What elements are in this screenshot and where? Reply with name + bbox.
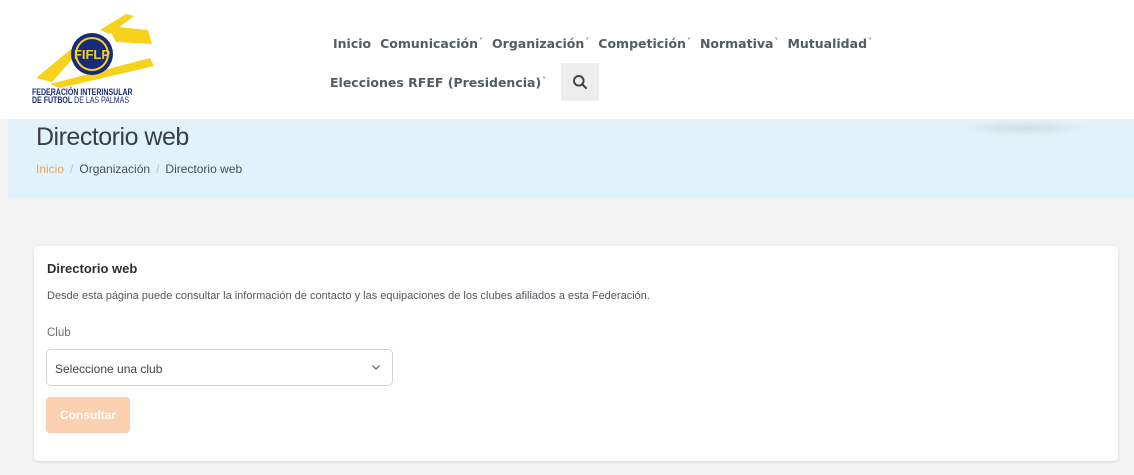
nav-item-comunicacion[interactable]: Comunicación˅ [380,36,483,51]
nav-row-1: Inicio Comunicación˅ Organización˅ Compe… [333,36,881,51]
nav-item-elecciones[interactable]: Elecciones RFEF (Presidencia)˅ [330,75,546,90]
chevron-down-icon: ˅ [686,37,691,46]
logo-line2: DE FÚTBOL DE LAS PALMAS [32,95,133,105]
logo-line2-bold: DE FÚTBOL [32,95,73,105]
chevron-down-icon [372,365,380,370]
nav-item-label: Competición [598,36,686,51]
nav-item-normativa[interactable]: Normativa˅ [700,36,779,51]
card-title: Directorio web [47,261,138,276]
card-description: Desde esta página puede consultar la inf… [47,290,650,302]
nav-item-label: Elecciones RFEF (Presidencia) [330,74,542,90]
nav-item-inicio[interactable]: Inicio [333,36,371,51]
chevron-down-icon: ˅ [585,37,590,46]
logo-emblem-text: FIFLP [74,47,110,62]
breadcrumb-link-inicio[interactable]: Inicio [36,162,64,176]
chevron-down-icon: ˅ [774,37,779,46]
breadcrumb: Inicio / Organización / Directorio web [36,162,242,176]
nav-item-label: Mutualidad [787,36,868,51]
club-select-value: Seleccione una club [55,362,163,376]
nav-item-mutualidad[interactable]: Mutualidad˅ [787,36,872,51]
search-button[interactable] [561,63,600,101]
breadcrumb-item-current: Directorio web [165,162,243,176]
chevron-down-icon: ˅ [868,37,873,46]
search-icon [573,75,588,89]
hero-decoration [960,120,1090,136]
nav-row-2: Elecciones RFEF (Presidencia)˅ [330,63,600,101]
breadcrumb-separator: / [70,162,74,176]
logo-line2-rest: DE LAS PALMAS [72,95,130,105]
directory-card: Directorio web Desde esta página puede c… [34,246,1118,461]
breadcrumb-separator: / [156,162,160,176]
club-field-label: Club [47,327,71,339]
nav-item-label: Normativa [699,36,774,51]
chevron-down-icon: ˅ [542,75,547,85]
breadcrumb-item-organizacion: Organización [79,162,151,176]
nav-item-label: Comunicación [380,36,479,51]
logo-text: FEDERACIÓN INTERINSULAR DE FÚTBOL DE LAS… [32,88,133,105]
page-title: Directorio web [36,123,189,151]
chevron-down-icon: ˅ [479,37,484,46]
site-logo[interactable]: FIFLP FEDERACIÓN INTERINSULAR DE FÚTBOL … [30,8,170,108]
nav-item-label: Inicio [333,36,372,51]
club-select[interactable]: Seleccione una club [46,349,393,386]
logo-emblem: FIFLP [36,14,154,88]
main-nav: Inicio Comunicación˅ Organización˅ Compe… [330,0,950,119]
site-header: FIFLP FEDERACIÓN INTERINSULAR DE FÚTBOL … [0,0,1134,119]
nav-item-competicion[interactable]: Competición˅ [598,36,691,51]
consultar-button[interactable]: Consultar [46,397,130,433]
nav-item-label: Organización [492,36,585,51]
nav-item-organizacion[interactable]: Organización˅ [492,36,589,51]
